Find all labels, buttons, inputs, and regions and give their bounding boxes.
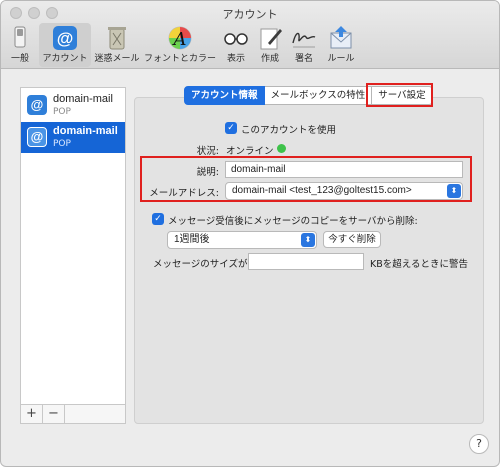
at-sign-icon: @ [27, 127, 47, 147]
status-value: オンライン [226, 146, 274, 157]
email-address-value: domain-mail <test_123@goltest15.com> [232, 185, 412, 196]
email-address-label: メールアドレス: [149, 188, 219, 199]
remove-copy-checkbox[interactable]: ✓ [152, 213, 164, 225]
svg-text:@: @ [57, 29, 74, 48]
toolbar-junk-mail[interactable]: 迷惑メール [93, 23, 141, 67]
account-name: domain-mail [53, 125, 118, 137]
account-type: POP [53, 139, 71, 149]
size-warning-prefix: メッセージのサイズが [153, 259, 248, 270]
account-row-selected[interactable]: @ domain-mail POP [21, 122, 125, 153]
pencil-compose-icon [260, 28, 282, 50]
size-warning-suffix: KBを超えるときに警告 [370, 259, 468, 270]
account-preferences-window: アカウント 一般 @ アカウント 迷惑メール A フォントとカラー 表示 作成 … [0, 0, 500, 467]
account-name: domain-mail [53, 93, 113, 105]
remove-after-popup[interactable]: 1週間後 ⬍ [167, 231, 317, 249]
status-label: 状況: [196, 146, 219, 157]
help-button[interactable]: ? [469, 434, 489, 454]
at-sign-icon: @ [53, 26, 77, 50]
account-list: @ domain-mail POP @ domain-mail POP [20, 87, 126, 424]
remove-copy-label: メッセージ受信後にメッセージのコピーをサーバから削除: [168, 216, 418, 227]
toolbar-accounts[interactable]: @ アカウント [39, 23, 91, 67]
signature-icon [292, 32, 316, 48]
add-account-button[interactable]: + [21, 405, 43, 423]
chevron-updown-icon: ⬍ [301, 233, 315, 247]
online-status-dot [277, 144, 286, 153]
tab-account-info[interactable]: アカウント情報 [184, 86, 265, 105]
titlebar: アカウント 一般 @ アカウント 迷惑メール A フォントとカラー 表示 作成 … [1, 1, 499, 69]
glasses-icon [224, 33, 248, 45]
description-field[interactable]: domain-mail [225, 161, 463, 178]
rules-envelope-icon [330, 26, 352, 49]
description-label: 説明: [196, 167, 219, 178]
remove-after-value: 1週間後 [174, 234, 210, 245]
toolbar-signatures[interactable]: 署名 [287, 23, 321, 67]
enable-account-checkbox[interactable]: ✓ [225, 122, 237, 134]
account-row[interactable]: @ domain-mail POP [21, 90, 125, 121]
message-size-field[interactable] [248, 253, 364, 270]
remove-now-button[interactable]: 今すぐ削除 [323, 231, 381, 248]
trash-junk-icon [108, 27, 126, 50]
chevron-updown-icon: ⬍ [447, 184, 461, 198]
enable-account-label: このアカウントを使用 [241, 125, 337, 136]
toolbar-rules[interactable]: ルール [323, 23, 359, 67]
toolbar-general[interactable]: 一般 [5, 23, 35, 67]
svg-text:A: A [172, 29, 187, 50]
tab-mailbox-behaviors[interactable]: メールボックスの特性 [264, 86, 373, 105]
toolbar-composing[interactable]: 作成 [255, 23, 285, 67]
account-list-toolbar: + − [20, 404, 126, 424]
switch-icon [14, 26, 26, 48]
window-title: アカウント [222, 8, 278, 21]
toolbar-fonts-colors[interactable]: A フォントとカラー [143, 23, 217, 67]
highlight-server-settings [366, 83, 433, 107]
at-sign-icon: @ [27, 95, 47, 115]
account-type: POP [53, 107, 71, 117]
remove-account-button[interactable]: − [43, 405, 65, 423]
email-address-popup[interactable]: domain-mail <test_123@goltest15.com> ⬍ [225, 182, 463, 200]
toolbar-viewing[interactable]: 表示 [219, 23, 253, 67]
font-color-icon: A [168, 26, 192, 50]
